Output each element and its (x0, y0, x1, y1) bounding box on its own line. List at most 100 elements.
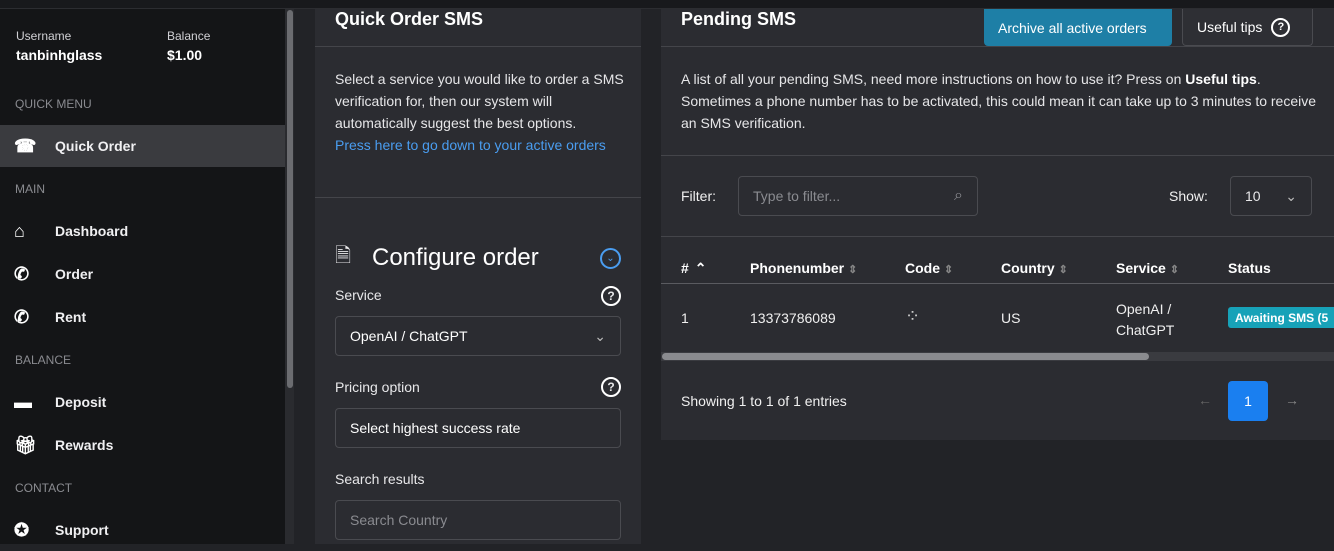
service-value: OpenAI / ChatGPT (350, 328, 468, 344)
sort-icon: ⇕ (848, 264, 858, 276)
phone-add-circle-icon: ✆ (14, 306, 30, 327)
loading-spinner-icon: ⁘ (905, 306, 921, 326)
account-username: Username tanbinhglass (16, 29, 102, 63)
page-1-button[interactable]: 1 (1228, 381, 1268, 421)
entries-info: Showing 1 to 1 of 1 entries (681, 393, 847, 409)
sidebar-item-label: Dashboard (55, 223, 129, 239)
pending-sms-panel: Pending SMS Archive all active orders Us… (661, 9, 1334, 440)
balance: $1.00 (167, 47, 203, 63)
sidebar-item-label: Rewards (55, 437, 114, 453)
gift-icon: 🎁︎ (14, 434, 37, 455)
sidebar-item-label: Deposit (55, 394, 107, 410)
sidebar-item-dashboard[interactable]: ⌂ Dashboard (0, 210, 285, 252)
help-icon[interactable]: ? (601, 286, 621, 306)
help-icon: ? (1271, 17, 1291, 37)
phone-icon: ☎ (14, 135, 37, 156)
quick-order-title: Quick Order SMS (335, 9, 484, 29)
configure-order-title: Configure order (372, 244, 539, 271)
username: tanbinhglass (16, 47, 103, 63)
useful-tips-button[interactable]: Useful tips? (1182, 9, 1313, 46)
sort-icon: ⇕ (944, 264, 954, 276)
header-label: # (681, 260, 689, 276)
desc-text: A list of all your pending SMS, need mor… (681, 71, 1186, 87)
balance-label: Balance (167, 29, 211, 43)
pricing-option-field[interactable]: Select highest success rate (335, 408, 621, 448)
top-bar (0, 0, 1334, 9)
username-label: Username (16, 29, 72, 43)
pending-description: A list of all your pending SMS, need mor… (681, 68, 1321, 134)
cell-number: 1 (681, 310, 689, 326)
filter-input[interactable]: Type to filter... ⌕ (738, 176, 978, 216)
column-header-service[interactable]: Service ⇕ (1116, 260, 1179, 276)
section-quick-menu: Quick Menu (15, 97, 92, 111)
sidebar-item-quick-order[interactable]: ☎ Quick Order (0, 125, 285, 167)
show-entries-select[interactable]: 10 ⌄ (1230, 176, 1312, 216)
service-line: OpenAI / (1116, 301, 1172, 317)
sidebar-item-deposit[interactable]: ▬ Deposit (0, 381, 285, 423)
pricing-value: Select highest success rate (350, 420, 521, 436)
search-placeholder: Search Country (350, 512, 448, 528)
header-label: Phonenumber (750, 260, 845, 276)
sidebar-item-support[interactable]: ✪ Support (0, 509, 285, 551)
section-contact: Contact (15, 481, 73, 495)
sidebar-item-label: Rent (55, 309, 87, 325)
column-header-country[interactable]: Country ⇕ (1001, 260, 1068, 276)
go-to-active-orders-link[interactable]: Press here to go down to your active ord… (335, 137, 606, 153)
section-balance: Balance (15, 353, 72, 367)
sort-icon: ⇕ (1058, 264, 1068, 276)
desc-bold: Useful tips (1185, 71, 1257, 87)
configure-order-header[interactable]: 🗎 Configure order ⌄ (335, 241, 621, 275)
cell-service: OpenAI / ChatGPT (1116, 299, 1174, 341)
sidebar-item-label: Order (55, 266, 94, 282)
prev-page-icon[interactable]: ← (1198, 392, 1212, 408)
sidebar: Username tanbinhglass Balance $1.00 Quick … (0, 9, 285, 544)
service-label: Service (335, 287, 382, 303)
show-value: 10 (1245, 188, 1261, 204)
cell-phonenumber: 13373786089 (750, 310, 836, 326)
table-scrollbar-thumb[interactable] (662, 353, 1149, 360)
search-results-label: Search results (335, 471, 425, 487)
sidebar-scrollbar-thumb[interactable] (287, 10, 293, 388)
column-header-number[interactable]: # ⌃ (681, 260, 707, 277)
header-label: Code (905, 260, 940, 276)
cell-country: US (1001, 310, 1021, 326)
sidebar-item-order[interactable]: ✆ Order (0, 253, 285, 295)
filter-label: Filter: (681, 188, 716, 204)
divider (661, 46, 1334, 47)
search-country-input[interactable]: Search Country (335, 500, 621, 540)
pending-sms-title: Pending SMS (681, 9, 797, 29)
divider (661, 155, 1334, 156)
sort-icon: ⇕ (1169, 264, 1180, 276)
sidebar-item-label: Quick Order (55, 138, 136, 154)
column-header-code[interactable]: Code ⇕ (905, 260, 953, 276)
lifebuoy-icon: ✪ (14, 519, 30, 540)
header-label: Service (1116, 260, 1166, 276)
quick-order-description: Select a service you would like to order… (335, 71, 624, 131)
divider (661, 283, 1334, 284)
service-select[interactable]: OpenAI / ChatGPT ⌄ (335, 316, 621, 356)
account-balance: Balance $1.00 (167, 29, 210, 63)
sidebar-item-rewards[interactable]: 🎁︎ Rewards (0, 424, 285, 466)
home-icon: ⌂ (14, 220, 25, 241)
sidebar-item-rent[interactable]: ✆ Rent (0, 296, 285, 338)
next-page-icon[interactable]: → (1285, 392, 1299, 408)
phone-plus-icon: ✆ (14, 263, 30, 284)
column-header-status[interactable]: Status (1228, 260, 1271, 276)
divider (315, 46, 641, 47)
header-label: Country (1001, 260, 1055, 276)
filter-placeholder: Type to filter... (753, 188, 841, 204)
sidebar-item-label: Support (55, 522, 109, 538)
chevron-down-circle-icon[interactable]: ⌄ (600, 247, 621, 269)
chevron-down-icon: ⌄ (594, 327, 606, 344)
search-icon: ⌕ (954, 187, 963, 204)
useful-tips-label: Useful tips (1197, 19, 1263, 35)
quick-order-panel: Quick Order SMS Select a service you wou… (315, 9, 641, 544)
status-badge: Awaiting SMS (5 (1228, 307, 1334, 328)
archive-all-button[interactable]: Archive all active orders (984, 9, 1172, 46)
divider (661, 236, 1334, 237)
sort-up-icon: ⌃ (694, 260, 707, 276)
document-icon: 🗎 (335, 245, 352, 267)
column-header-phonenumber[interactable]: Phonenumber ⇕ (750, 260, 857, 276)
help-icon[interactable]: ? (601, 377, 621, 397)
credit-card-icon: ▬ (14, 391, 32, 412)
